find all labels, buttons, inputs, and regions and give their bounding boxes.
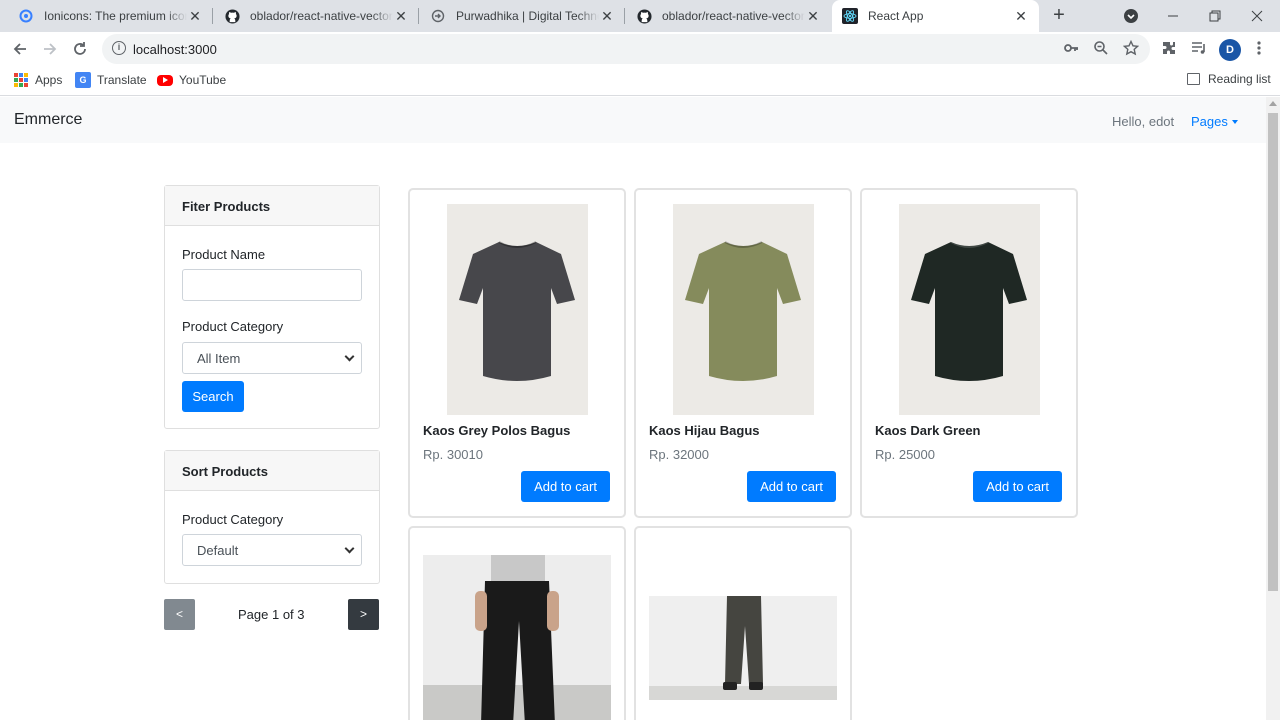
page-indicator: Page 1 of 3	[238, 607, 305, 622]
add-to-cart-button[interactable]: Add to cart	[521, 471, 610, 502]
close-icon[interactable]: ✕	[393, 8, 409, 25]
close-icon[interactable]: ✕	[805, 8, 821, 25]
page-viewport: Emmerce Hello, edot Pages Fiter Products…	[0, 97, 1266, 720]
add-to-cart-button[interactable]: Add to cart	[747, 471, 836, 502]
product-price: Rp. 25000	[875, 447, 935, 462]
github-icon	[636, 8, 652, 24]
youtube-icon	[157, 72, 173, 88]
reload-icon[interactable]	[68, 37, 92, 61]
product-card: Kaos Hijau Bagus Rp. 32000 Add to cart	[634, 188, 852, 518]
product-price: Rp. 32000	[649, 447, 709, 462]
product-card: Kaos Grey Polos Bagus Rp. 30010 Add to c…	[408, 188, 626, 518]
address-bar[interactable]: i localhost:3000	[102, 34, 1150, 64]
sort-products-card: Sort Products Product Category Default	[164, 450, 380, 584]
profile-avatar[interactable]: D	[1219, 39, 1241, 61]
minimize-icon[interactable]	[1152, 0, 1194, 32]
tab-search-icon[interactable]	[1110, 0, 1152, 32]
chevron-down-icon	[344, 351, 355, 362]
product-category-label: Product Category	[182, 319, 284, 334]
browser-toolbar: i localhost:3000 D	[0, 32, 1280, 66]
browser-tab-github-1[interactable]: oblador/react-native-vector-icons ✕	[214, 0, 419, 32]
product-name-label: Product Name	[182, 247, 266, 262]
browser-tab-github-2[interactable]: oblador/react-native-vector-icons ✕	[626, 0, 831, 32]
navbar-brand[interactable]: Emmerce	[14, 111, 82, 129]
zoom-icon[interactable]	[1092, 40, 1110, 58]
sort-category-label: Product Category	[182, 512, 284, 527]
tshirt-image	[911, 241, 1027, 381]
star-icon[interactable]	[1122, 39, 1140, 58]
chevron-down-icon	[344, 543, 355, 554]
product-card	[408, 526, 626, 720]
tshirt-image	[459, 241, 575, 381]
github-icon	[224, 8, 240, 24]
pages-dropdown[interactable]: Pages	[1191, 114, 1238, 129]
cargo-pants-image	[649, 596, 837, 700]
close-icon[interactable]: ✕	[187, 8, 203, 25]
bookmarks-bar: Apps G Translate YouTube Reading list	[0, 66, 1280, 96]
product-card: Kaos Dark Green Rp. 25000 Add to cart	[860, 188, 1078, 518]
translate-icon: G	[75, 72, 91, 88]
media-queue-icon[interactable]	[1189, 40, 1209, 60]
product-name: Kaos Grey Polos Bagus	[423, 423, 571, 438]
tshirt-image	[685, 241, 801, 381]
browser-tab-ionicons[interactable]: Ionicons: The premium icon pack ✕	[8, 0, 213, 32]
bookmark-youtube[interactable]: YouTube	[157, 72, 226, 88]
next-page-button[interactable]: >	[348, 599, 379, 630]
site-info-icon[interactable]: i	[112, 41, 126, 55]
scrollbar-thumb[interactable]	[1268, 113, 1278, 591]
add-to-cart-button[interactable]: Add to cart	[973, 471, 1062, 502]
page-scrollbar[interactable]	[1266, 97, 1280, 720]
key-icon[interactable]	[1062, 40, 1080, 58]
product-image[interactable]	[899, 204, 1040, 415]
reading-list[interactable]: Reading list	[1187, 72, 1271, 86]
close-window-icon[interactable]	[1236, 0, 1278, 32]
forward-arrow-icon[interactable]	[38, 37, 62, 61]
prev-page-button[interactable]: <	[164, 599, 195, 630]
extensions-icon[interactable]	[1159, 40, 1179, 60]
address-url: localhost:3000	[133, 42, 217, 57]
product-image[interactable]	[447, 204, 588, 415]
sort-card-title: Sort Products	[165, 451, 379, 491]
new-tab-icon[interactable]: +	[1047, 4, 1071, 28]
filter-category-select[interactable]: All Item	[182, 342, 362, 374]
search-button[interactable]: Search	[182, 381, 244, 412]
bookmark-apps[interactable]: Apps	[13, 72, 62, 88]
scroll-up-icon[interactable]	[1269, 101, 1277, 106]
browser-tab-bar: Ionicons: The premium icon pack ✕ oblado…	[0, 0, 1280, 32]
cargo-pants-image	[423, 555, 611, 720]
browser-tab-react-app[interactable]: React App ✕	[832, 0, 1039, 32]
bookmark-translate[interactable]: G Translate	[75, 72, 147, 88]
back-arrow-icon[interactable]	[8, 37, 32, 61]
restore-icon[interactable]	[1194, 0, 1236, 32]
product-price: Rp. 30010	[423, 447, 483, 462]
filter-card-title: Fiter Products	[165, 186, 379, 226]
sort-category-select[interactable]: Default	[182, 534, 362, 566]
close-icon[interactable]: ✕	[599, 8, 615, 25]
product-card	[634, 526, 852, 720]
browser-tab-purwadhika[interactable]: Purwadhika | Digital Technology School ✕	[420, 0, 625, 32]
user-greeting: Hello, edot	[1112, 114, 1175, 129]
product-name: Kaos Dark Green	[875, 423, 981, 438]
product-image[interactable]	[423, 555, 611, 720]
filter-products-card: Fiter Products Product Name Product Cate…	[164, 185, 380, 429]
caret-down-icon	[1231, 120, 1238, 124]
react-icon	[842, 8, 858, 24]
app-navbar: Emmerce Hello, edot Pages	[0, 97, 1266, 143]
ionicons-icon	[18, 8, 34, 24]
product-name-input[interactable]	[182, 269, 362, 301]
reading-list-icon	[1187, 73, 1200, 85]
apps-grid-icon	[13, 72, 29, 88]
close-icon[interactable]: ✕	[1013, 8, 1029, 25]
product-image[interactable]	[649, 596, 837, 700]
product-name: Kaos Hijau Bagus	[649, 423, 760, 438]
menu-dots-icon[interactable]	[1249, 40, 1269, 60]
purwadhika-icon	[430, 8, 446, 24]
product-image[interactable]	[673, 204, 814, 415]
